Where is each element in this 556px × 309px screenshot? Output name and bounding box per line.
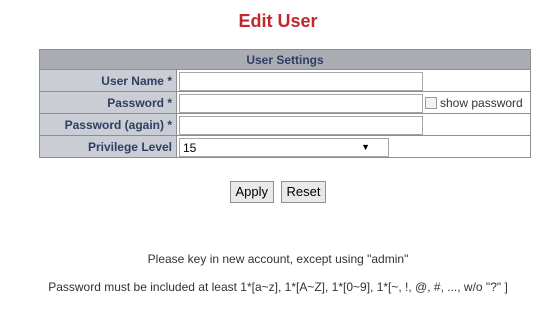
password-input[interactable] <box>179 93 423 113</box>
section-header: User Settings <box>39 49 531 70</box>
reset-button[interactable]: Reset <box>280 181 327 203</box>
privilege-level-cell: 15 ▼ <box>176 135 531 158</box>
password-again-cell <box>176 113 531 136</box>
dropdown-arrow-icon: ▼ <box>361 141 370 152</box>
password-again-input[interactable] <box>179 115 423 135</box>
username-cell <box>176 69 531 92</box>
password-rule-note: Password must be included at least 1*[a~… <box>48 280 508 294</box>
password-cell: show password <box>176 91 531 114</box>
username-input[interactable] <box>179 71 423 91</box>
page-title: Edit User <box>238 11 318 31</box>
privilege-level-select[interactable]: 15 ▼ <box>179 137 389 157</box>
user-settings-table: User Settings User Name * Password * sho… <box>39 49 531 158</box>
password-again-label: Password (again) * <box>39 113 177 136</box>
button-row: Apply Reset <box>0 181 556 203</box>
show-password-label[interactable]: show password <box>440 96 523 110</box>
privilege-level-value: 15 <box>183 140 197 155</box>
password-label: Password * <box>39 91 177 114</box>
privilege-level-label: Privilege Level <box>39 135 177 158</box>
show-password-checkbox[interactable] <box>425 96 437 109</box>
account-note: Please key in new account, except using … <box>147 252 409 266</box>
username-label: User Name * <box>39 69 177 92</box>
apply-button[interactable]: Apply <box>229 181 275 203</box>
